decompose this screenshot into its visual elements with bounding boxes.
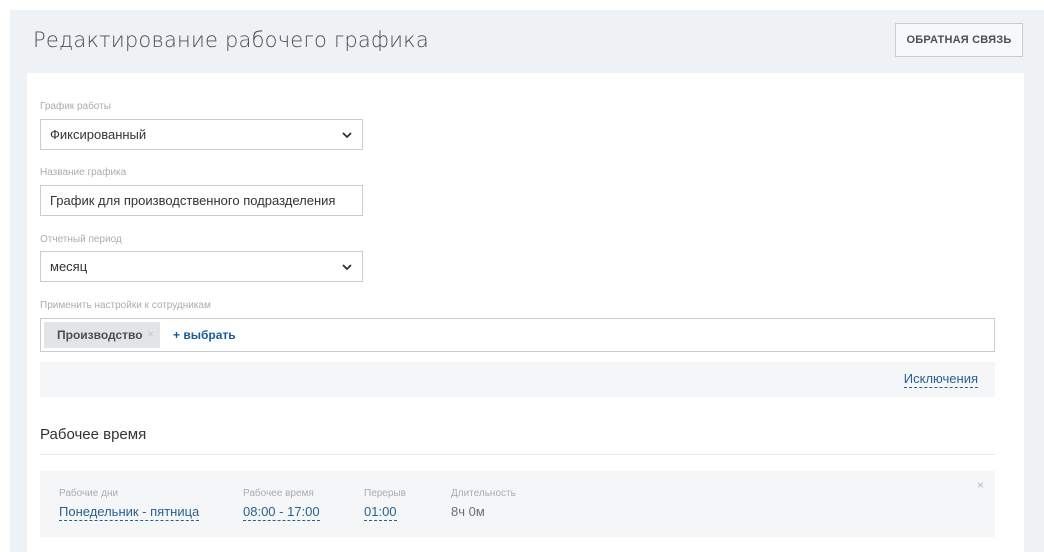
- report-period-select[interactable]: месяц: [40, 251, 363, 282]
- schedule-name-value: График для производственного подразделен…: [50, 193, 336, 208]
- chevron-down-icon: [342, 132, 352, 139]
- work-days-link[interactable]: Понедельник - пятница: [59, 504, 200, 521]
- schedule-type-value: Фиксированный: [50, 127, 147, 142]
- duration-label: Длительность: [451, 488, 516, 499]
- feedback-button[interactable]: ОБРАТНАЯ СВЯЗЬ: [895, 23, 1023, 57]
- page-header: Редактирование рабочего графика ОБРАТНАЯ…: [10, 10, 1044, 73]
- break-label: Перерыв: [364, 488, 406, 499]
- work-hours-label: Рабочее время: [243, 488, 314, 499]
- schedule-type-label: График работы: [40, 101, 111, 112]
- work-hours-link[interactable]: 08:00 - 17:00: [243, 504, 320, 521]
- schedule-name-label: Название графика: [40, 167, 127, 178]
- report-period-value: месяц: [50, 259, 88, 274]
- work-days-column: Рабочие дни Понедельник - пятница: [59, 488, 200, 521]
- work-time-row: Рабочие дни Понедельник - пятница Рабоче…: [40, 471, 995, 537]
- work-time-heading: Рабочее время: [40, 426, 147, 443]
- schedule-type-select[interactable]: Фиксированный: [40, 119, 363, 150]
- exceptions-link[interactable]: Исключения: [903, 371, 978, 388]
- employee-tag-label: Производство: [57, 328, 143, 342]
- exceptions-bar: Исключения: [40, 362, 995, 397]
- break-link[interactable]: 01:00: [364, 504, 397, 521]
- close-icon[interactable]: ×: [977, 478, 984, 492]
- chevron-down-icon: [342, 264, 352, 271]
- schedule-form-card: График работы Фиксированный Название гра…: [27, 73, 1024, 552]
- work-days-label: Рабочие дни: [59, 488, 119, 499]
- section-divider: [40, 454, 995, 455]
- employees-tag-input[interactable]: Производство × + выбрать: [40, 318, 995, 352]
- add-employee-link[interactable]: + выбрать: [173, 328, 236, 342]
- break-column: Перерыв 01:00: [364, 488, 406, 521]
- work-hours-column: Рабочее время 08:00 - 17:00: [243, 488, 320, 521]
- page-title: Редактирование рабочего графика: [33, 28, 429, 52]
- duration-value: 8ч 0м: [451, 504, 485, 519]
- schedule-name-input[interactable]: График для производственного подразделен…: [40, 185, 363, 216]
- close-icon[interactable]: ×: [147, 327, 154, 341]
- employee-tag: Производство ×: [44, 322, 160, 348]
- duration-column: Длительность 8ч 0м: [451, 488, 516, 521]
- employees-label: Применить настройки к сотрудникам: [40, 300, 211, 311]
- report-period-label: Отчетный период: [40, 234, 122, 245]
